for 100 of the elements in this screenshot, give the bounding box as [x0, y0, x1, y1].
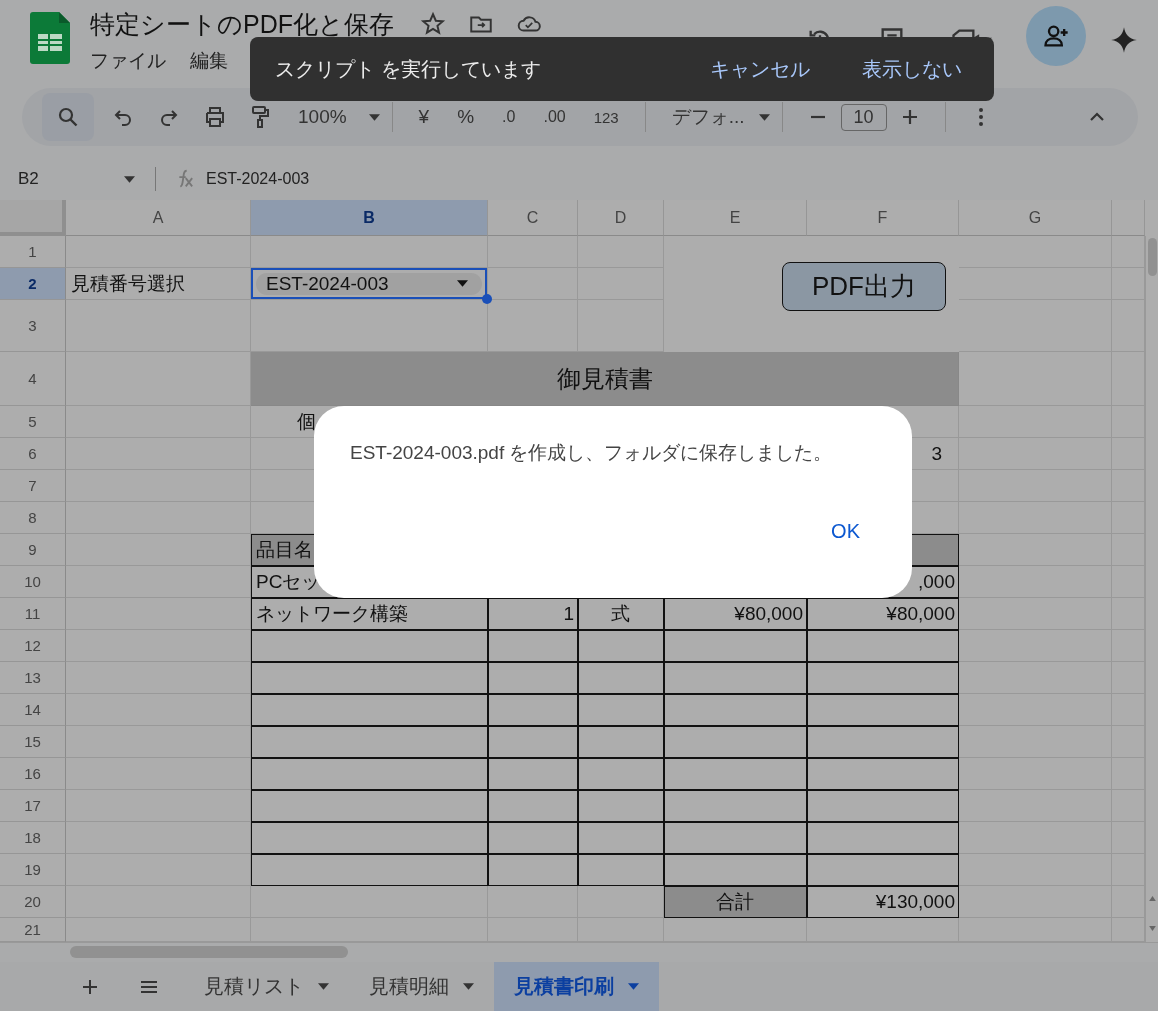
empty-cell[interactable] — [578, 790, 664, 822]
empty-cell[interactable] — [664, 758, 807, 790]
empty-cell[interactable] — [488, 630, 578, 662]
column-header[interactable]: F — [807, 200, 959, 236]
sparkle-icon[interactable] — [1110, 26, 1138, 54]
row-header[interactable]: 15 — [0, 726, 66, 758]
row-header[interactable]: 18 — [0, 822, 66, 854]
empty-cell[interactable] — [488, 694, 578, 726]
search-button[interactable] — [42, 93, 94, 141]
scrollbar-thumb[interactable] — [70, 946, 348, 958]
empty-cell[interactable] — [959, 790, 1112, 822]
zoom-dropdown[interactable]: 100% — [298, 106, 347, 128]
empty-cell[interactable] — [959, 854, 1112, 886]
empty-cell[interactable] — [959, 598, 1112, 630]
empty-cell[interactable] — [664, 630, 807, 662]
snackbar-action[interactable]: キャンセル — [710, 55, 810, 83]
column-header[interactable]: B — [251, 200, 488, 236]
empty-cell[interactable] — [959, 300, 1112, 352]
empty-cell[interactable] — [251, 790, 488, 822]
empty-cell[interactable] — [66, 438, 251, 470]
menu-item[interactable]: ファイル — [90, 48, 166, 74]
currency-button[interactable]: ¥ — [418, 106, 430, 128]
empty-cell[interactable] — [251, 662, 488, 694]
empty-cell[interactable] — [664, 694, 807, 726]
empty-cell[interactable] — [959, 726, 1112, 758]
empty-cell[interactable] — [959, 758, 1112, 790]
column-header[interactable]: E — [664, 200, 807, 236]
empty-cell[interactable] — [578, 694, 664, 726]
empty-cell[interactable] — [66, 470, 251, 502]
row-header[interactable]: 12 — [0, 630, 66, 662]
empty-cell[interactable] — [66, 598, 251, 630]
empty-cell[interactable] — [66, 236, 251, 268]
empty-cell[interactable] — [807, 630, 959, 662]
empty-cell[interactable] — [66, 854, 251, 886]
snackbar-action[interactable]: 表示しない — [862, 55, 962, 83]
empty-cell[interactable] — [959, 886, 1112, 918]
select-all-corner[interactable] — [0, 200, 66, 236]
menu-item[interactable]: 編集 — [190, 48, 228, 74]
sheets-logo-icon[interactable] — [30, 12, 70, 64]
row-header[interactable]: 3 — [0, 300, 66, 352]
empty-cell[interactable] — [488, 886, 578, 918]
empty-cell[interactable] — [488, 790, 578, 822]
empty-cell[interactable] — [66, 822, 251, 854]
selected-cell[interactable]: EST-2024-003 — [251, 268, 488, 300]
empty-cell[interactable] — [578, 822, 664, 854]
empty-cell[interactable] — [251, 886, 488, 918]
empty-cell[interactable] — [251, 236, 488, 268]
number-format-button[interactable]: 123 — [593, 108, 619, 126]
star-icon[interactable] — [420, 11, 446, 37]
print-icon[interactable] — [203, 105, 227, 129]
empty-cell[interactable] — [251, 630, 488, 662]
empty-cell[interactable] — [251, 822, 488, 854]
empty-cell[interactable] — [959, 566, 1112, 598]
empty-cell[interactable] — [807, 662, 959, 694]
empty-cell[interactable] — [664, 854, 807, 886]
empty-cell[interactable] — [578, 662, 664, 694]
sheet-tab[interactable]: 見積書印刷 — [494, 962, 659, 1011]
column-header[interactable] — [1112, 200, 1145, 236]
empty-cell[interactable] — [66, 662, 251, 694]
empty-cell[interactable] — [488, 662, 578, 694]
scrollbar-thumb[interactable] — [1148, 238, 1157, 276]
row-header[interactable]: 8 — [0, 502, 66, 534]
empty-cell[interactable] — [807, 822, 959, 854]
decrease-decimal-button[interactable]: .0 — [502, 108, 516, 126]
empty-cell[interactable] — [959, 630, 1112, 662]
dropdown-chip[interactable]: EST-2024-003 — [256, 272, 482, 295]
empty-cell[interactable] — [807, 918, 959, 942]
empty-cell[interactable] — [959, 502, 1112, 534]
empty-cell[interactable] — [488, 726, 578, 758]
empty-cell[interactable] — [251, 726, 488, 758]
row-header[interactable]: 4 — [0, 352, 66, 406]
empty-cell[interactable] — [488, 822, 578, 854]
row-header[interactable]: 14 — [0, 694, 66, 726]
name-box[interactable]: B2 — [18, 169, 124, 189]
font-size-field[interactable]: 10 — [840, 103, 887, 131]
row-header[interactable]: 20 — [0, 886, 66, 918]
empty-cell[interactable] — [66, 406, 251, 438]
empty-cell[interactable] — [959, 694, 1112, 726]
empty-cell[interactable] — [66, 790, 251, 822]
font-dropdown[interactable]: デフォ... — [671, 104, 745, 130]
empty-cell[interactable] — [807, 758, 959, 790]
empty-cell[interactable] — [66, 502, 251, 534]
empty-cell[interactable] — [251, 694, 488, 726]
empty-cell[interactable] — [959, 822, 1112, 854]
empty-cell[interactable] — [578, 758, 664, 790]
empty-cell[interactable] — [578, 236, 664, 268]
empty-cell[interactable] — [66, 630, 251, 662]
empty-cell[interactable] — [664, 662, 807, 694]
row-header[interactable]: 7 — [0, 470, 66, 502]
empty-cell[interactable] — [488, 236, 578, 268]
row-header[interactable]: 10 — [0, 566, 66, 598]
row-header[interactable]: 6 — [0, 438, 66, 470]
empty-cell[interactable] — [66, 886, 251, 918]
empty-cell[interactable] — [66, 918, 251, 942]
empty-cell[interactable] — [578, 630, 664, 662]
empty-cell[interactable] — [488, 854, 578, 886]
formula-field[interactable]: EST-2024-003 — [206, 170, 310, 188]
empty-cell[interactable] — [664, 822, 807, 854]
empty-cell[interactable] — [66, 566, 251, 598]
row-header[interactable]: 11 — [0, 598, 66, 630]
